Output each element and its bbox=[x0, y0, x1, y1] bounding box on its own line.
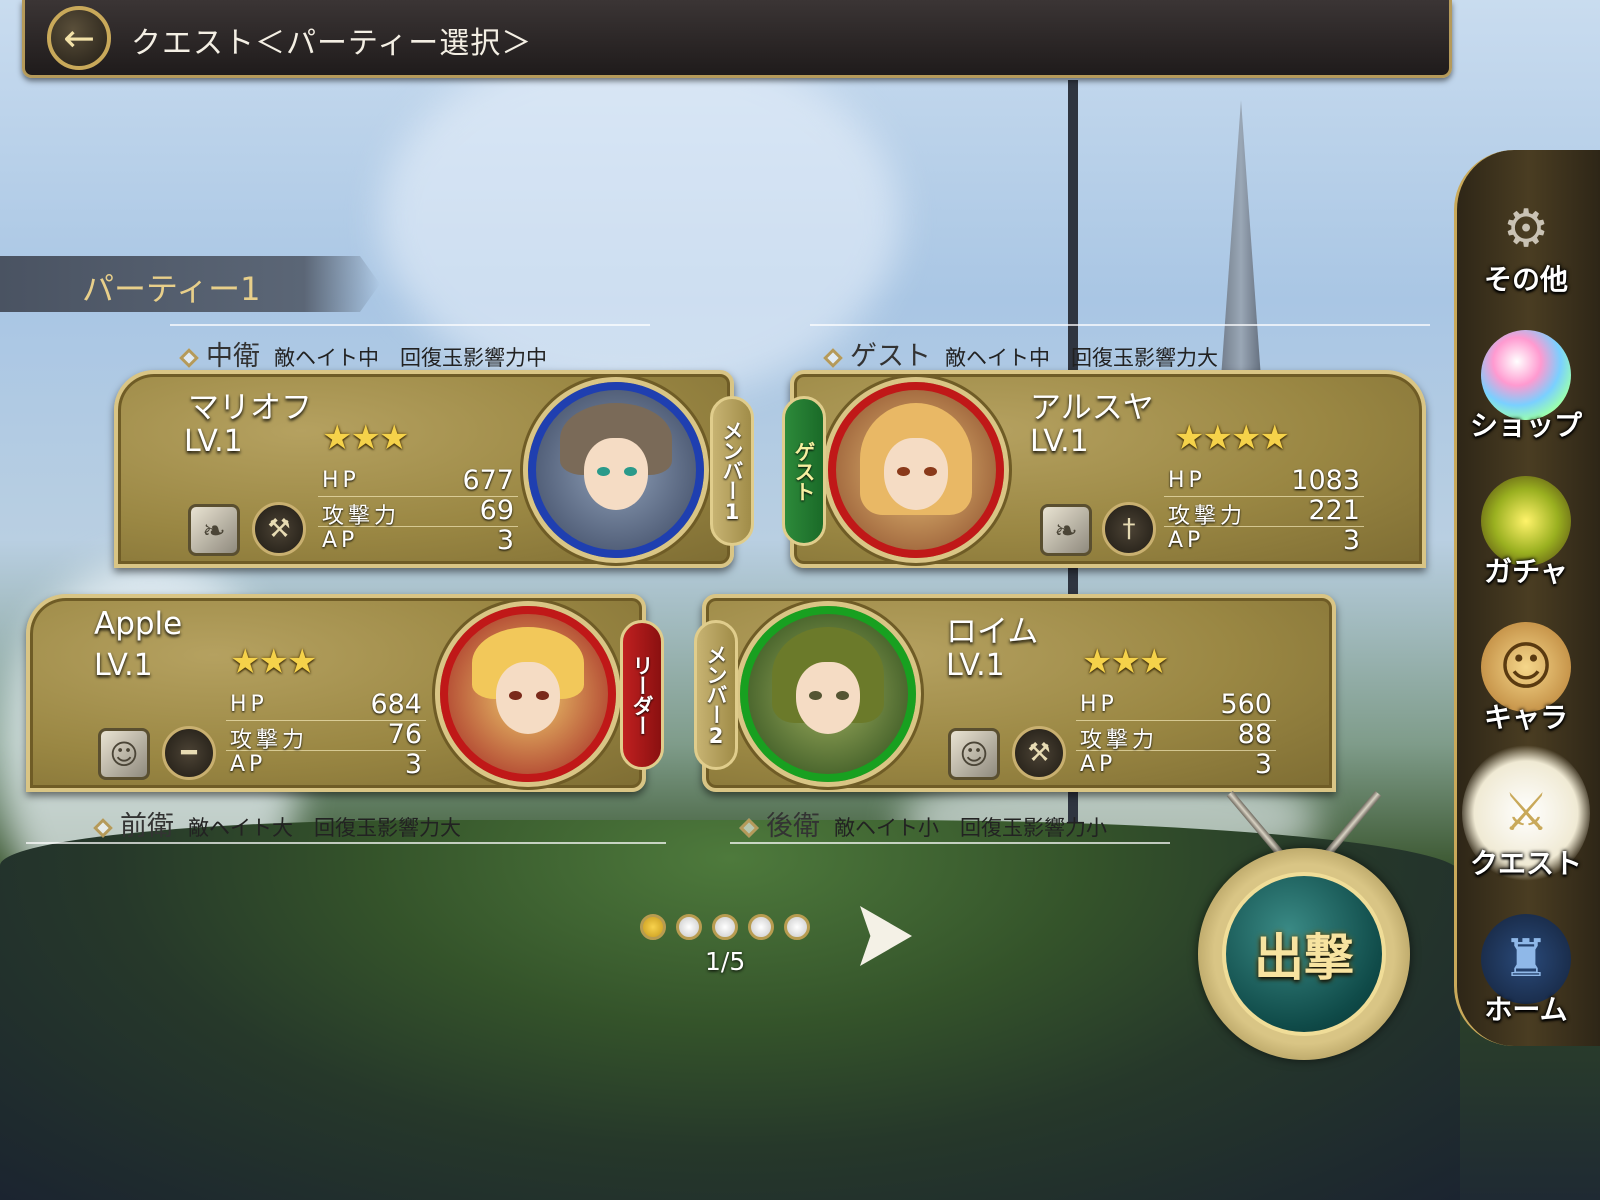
wing-icon[interactable]: ❧ bbox=[188, 504, 240, 556]
position-role: 前衛 bbox=[120, 811, 174, 842]
menu-item-home[interactable]: ♜ ホーム bbox=[1462, 890, 1590, 1028]
position-role: 後衛 bbox=[766, 811, 820, 842]
diamond-icon bbox=[823, 348, 843, 368]
position-label-mid: 中衛 敵ヘイト中 回復玉影響力中 bbox=[179, 334, 547, 373]
page-dot[interactable] bbox=[784, 914, 810, 940]
member-name: Apple bbox=[94, 606, 183, 642]
member-name: ロイム bbox=[946, 614, 1039, 650]
stat-atk: 攻撃力 76 bbox=[226, 719, 426, 753]
stat-hp: HP 560 bbox=[1076, 689, 1276, 721]
member-name: アルスヤ bbox=[1030, 390, 1154, 426]
header-bar: ← クエスト＜パーティー選択＞ bbox=[22, 0, 1452, 78]
menu-label: ショップ bbox=[1469, 409, 1582, 442]
menu-item-gacha[interactable]: ガチャ bbox=[1462, 452, 1590, 590]
member-level: LV.1 bbox=[94, 648, 153, 683]
divider bbox=[170, 324, 650, 326]
party-name-tab[interactable]: パーティー1 bbox=[0, 256, 380, 312]
character-icon[interactable]: ☺ bbox=[98, 728, 150, 780]
position-role: 中衛 bbox=[206, 341, 260, 372]
stat-ap: AP 3 bbox=[1168, 525, 1360, 556]
gun-icon: ━ bbox=[162, 726, 216, 780]
page-dot[interactable] bbox=[748, 914, 774, 940]
page-title: クエスト＜パーティー選択＞ bbox=[131, 26, 533, 61]
sortie-label: 出撃 bbox=[1254, 929, 1354, 987]
star-rating: ★★★ bbox=[230, 642, 317, 682]
page-dot[interactable] bbox=[640, 914, 666, 940]
stat-hp: HP 677 bbox=[318, 465, 518, 497]
diamond-icon bbox=[739, 818, 759, 838]
stat-atk: 攻撃力 69 bbox=[318, 495, 518, 529]
member-level: LV.1 bbox=[1030, 424, 1089, 459]
stat-atk: 攻撃力 221 bbox=[1164, 495, 1364, 529]
position-desc: 敵ヘイト小 回復玉影響力小 bbox=[834, 816, 1107, 840]
member-name: マリオフ bbox=[188, 390, 312, 426]
menu-label: ガチャ bbox=[1484, 555, 1568, 588]
star-rating: ★★★ bbox=[1082, 642, 1169, 682]
back-arrow-icon: ← bbox=[63, 16, 95, 60]
stat-ap: AP 3 bbox=[322, 525, 514, 556]
stat-hp: HP 1083 bbox=[1164, 465, 1364, 497]
wing-icon[interactable]: ❧ bbox=[1040, 504, 1092, 556]
divider bbox=[26, 842, 666, 844]
member-level: LV.1 bbox=[946, 648, 1005, 683]
page-indicator bbox=[640, 914, 810, 940]
stat-atk: 攻撃力 88 bbox=[1076, 719, 1276, 753]
character-icon[interactable]: ☺ bbox=[948, 728, 1000, 780]
sortie-button[interactable]: 出撃 bbox=[1222, 872, 1386, 1036]
star-rating: ★★★★ bbox=[1174, 418, 1290, 458]
position-label-back: 後衛 敵ヘイト小 回復玉影響力小 bbox=[739, 804, 1107, 843]
divider bbox=[810, 324, 1430, 326]
member-level: LV.1 bbox=[184, 424, 243, 459]
position-desc: 敵ヘイト中 回復玉影響力中 bbox=[274, 346, 547, 370]
slot-tag-member1: メンバー1 bbox=[710, 396, 754, 546]
stat-ap: AP 3 bbox=[1080, 749, 1272, 780]
member-portrait-2[interactable] bbox=[740, 606, 916, 782]
party-name: パーティー1 bbox=[82, 270, 261, 308]
position-desc: 敵ヘイト大 回復玉影響力大 bbox=[188, 816, 461, 840]
slot-tag-member2: メンバー2 bbox=[694, 620, 738, 770]
axe-icon: ⚒ bbox=[252, 502, 306, 556]
position-label-front: 前衛 敵ヘイト大 回復玉影響力大 bbox=[93, 804, 461, 843]
back-button[interactable]: ← bbox=[47, 6, 111, 70]
diamond-icon bbox=[179, 348, 199, 368]
menu-item-shop[interactable]: ショップ bbox=[1462, 306, 1590, 444]
menu-label: クエスト bbox=[1469, 847, 1582, 880]
menu-label: キャラ bbox=[1483, 701, 1568, 734]
diamond-icon bbox=[93, 818, 113, 838]
member-portrait-1[interactable] bbox=[528, 382, 704, 558]
stat-ap: AP 3 bbox=[230, 749, 422, 780]
page-dot[interactable] bbox=[712, 914, 738, 940]
menu-item-other[interactable]: ⚙ その他 bbox=[1462, 160, 1590, 298]
menu-item-character[interactable]: ☺ キャラ bbox=[1462, 598, 1590, 736]
position-desc: 敵ヘイト中 回復玉影響力大 bbox=[945, 346, 1218, 370]
stat-hp: HP 684 bbox=[226, 689, 426, 721]
menu-item-quest[interactable]: ⚔ クエスト bbox=[1462, 744, 1590, 882]
menu-label: その他 bbox=[1483, 263, 1568, 296]
member-portrait-leader[interactable] bbox=[440, 606, 616, 782]
slot-tag-guest: ゲスト bbox=[782, 396, 826, 546]
page-counter: 1/5 bbox=[705, 947, 746, 976]
position-label-guest: ゲスト 敵ヘイト中 回復玉影響力大 bbox=[823, 334, 1218, 373]
dagger-icon: † bbox=[1102, 502, 1156, 556]
divider bbox=[730, 842, 1170, 844]
star-rating: ★★★ bbox=[322, 418, 409, 458]
slot-tag-leader: リーダー bbox=[620, 620, 664, 770]
page-dot[interactable] bbox=[676, 914, 702, 940]
menu-label: ホーム bbox=[1484, 993, 1568, 1026]
member-portrait-guest[interactable] bbox=[828, 382, 1004, 558]
position-role: ゲスト bbox=[850, 341, 931, 372]
hammer-icon: ⚒ bbox=[1012, 726, 1066, 780]
